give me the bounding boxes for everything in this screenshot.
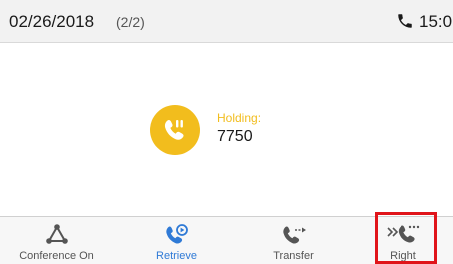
softkey-label: Right	[390, 250, 416, 262]
call-number: 7750	[217, 128, 253, 145]
softkey-label: Transfer	[273, 250, 314, 262]
conference-icon	[45, 224, 68, 244]
phone-icon	[396, 12, 414, 30]
transfer-icon	[282, 226, 306, 244]
clock: 15:07	[419, 12, 453, 31]
page-indicator: (2/2)	[116, 14, 145, 30]
call-area: Holding: 7750	[0, 43, 453, 216]
retrieve-icon	[165, 224, 188, 244]
conference-on-button[interactable]: Conference On	[0, 217, 113, 264]
held-call-avatar	[150, 105, 200, 155]
call-status: Holding:	[217, 111, 262, 125]
more-right-icon	[387, 225, 420, 243]
status-bar: 02/26/2018 (2/2) 15:07	[0, 0, 453, 43]
date: 02/26/2018	[9, 12, 95, 31]
softkey-label: Conference On	[19, 250, 94, 262]
softkey-bar: Conference On Retrieve Transfer Right	[0, 216, 453, 264]
hold-call-icon	[164, 120, 184, 140]
transfer-button[interactable]: Transfer	[237, 217, 350, 264]
retrieve-button[interactable]: Retrieve	[120, 217, 233, 264]
softkey-label: Retrieve	[156, 250, 197, 262]
right-button[interactable]: Right	[353, 217, 453, 264]
